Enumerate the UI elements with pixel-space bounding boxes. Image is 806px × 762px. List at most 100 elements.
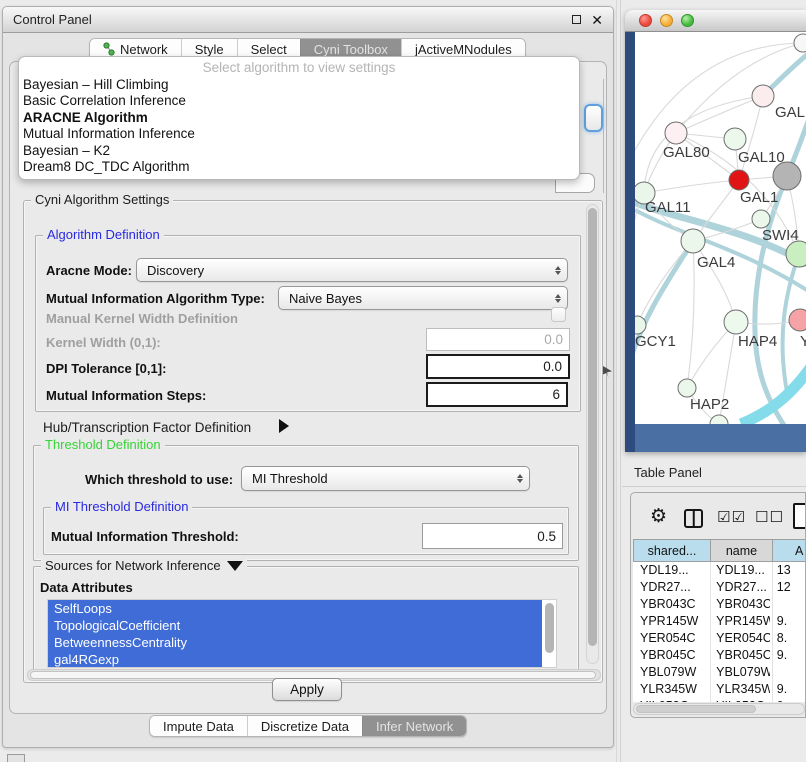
manual-kernel-label: Manual Kernel Width Definition [46, 311, 238, 326]
list-item[interactable]: TopologicalCoefficient [48, 617, 542, 634]
columns-icon[interactable] [684, 509, 703, 528]
network-node[interactable] [710, 415, 728, 424]
panel-divider [616, 0, 617, 762]
mi-type-select[interactable]: Naive Bayes [278, 286, 568, 310]
node-label: HAP4 [738, 333, 777, 350]
algorithm-option[interactable]: Bayesian – Hill Climbing [19, 76, 579, 93]
tab-discretize-data-label: Discretize Data [261, 719, 349, 734]
column-header-clipped[interactable]: A [773, 539, 806, 562]
minimized-panel-button[interactable] [7, 754, 25, 762]
table-row[interactable]: YDR27...YDR27...12 [633, 579, 805, 596]
column-header-shared-name[interactable]: shared... [633, 539, 711, 562]
mi-threshold-field[interactable]: 0.5 [422, 523, 563, 549]
which-threshold-select[interactable]: MI Threshold [241, 466, 530, 491]
data-attributes-label: Data Attributes [40, 580, 133, 595]
tab-network-label: Network [120, 42, 168, 57]
settings-vscrollbar-thumb[interactable] [588, 208, 597, 646]
close-panel-icon[interactable]: ✕ [591, 13, 603, 27]
kernel-width-field[interactable]: 0.0 [426, 328, 570, 351]
close-window-icon[interactable] [639, 14, 652, 27]
network-node[interactable] [794, 34, 806, 52]
network-node-gal1[interactable] [729, 170, 749, 190]
table-row[interactable]: YBR045CYBR045C9. [633, 647, 805, 664]
table-row[interactable]: YDL19...YDL19...13 [633, 562, 805, 579]
data-attributes-list[interactable]: SelfLoops TopologicalCoefficient Between… [47, 599, 557, 668]
table-row[interactable]: YLR345WYLR345W9. [633, 681, 805, 698]
table-hscrollbar-thumb[interactable] [636, 705, 756, 713]
list-item[interactable]: SelfLoops [48, 600, 542, 617]
column-header-label: A [795, 544, 803, 558]
cyni-algorithm-settings-title: Cyni Algorithm Settings [31, 192, 173, 207]
zoom-window-icon[interactable] [681, 14, 694, 27]
list-vscrollbar-thumb[interactable] [545, 603, 554, 653]
table-body[interactable]: YDL19...YDL19...13 YDR27...YDR27...12 YB… [633, 562, 805, 702]
table-header-row: shared... name A [633, 539, 805, 562]
table-hscrollbar[interactable] [633, 703, 805, 715]
manual-kernel-checkbox[interactable] [551, 307, 566, 322]
cyni-bottom-tabbar: Impute Data Discretize Data Infer Networ… [149, 715, 467, 737]
algorithm-definition-title: Algorithm Definition [43, 227, 164, 242]
control-panel-titlebar[interactable]: Control Panel ✕ [3, 7, 613, 33]
node-label: Y [800, 333, 806, 350]
network-node-swi4[interactable] [752, 210, 770, 228]
minimize-window-icon[interactable] [660, 14, 673, 27]
mi-threshold-value: 0.5 [537, 529, 556, 544]
tab-discretize-data[interactable]: Discretize Data [247, 716, 362, 736]
dpi-tolerance-field[interactable]: 0.0 [426, 354, 570, 379]
list-item[interactable]: BetweennessCentrality [48, 634, 542, 651]
tab-infer-network[interactable]: Infer Network [362, 716, 466, 736]
list-item[interactable]: gal4RGexp [48, 651, 542, 668]
control-panel-title: Control Panel [13, 12, 92, 27]
network-node[interactable] [786, 241, 806, 267]
settings-vscrollbar[interactable] [586, 204, 599, 664]
network-node-hap4[interactable] [724, 310, 748, 334]
mi-type-value: Naive Bayes [285, 291, 362, 306]
collapse-arrow-icon[interactable] [227, 561, 243, 571]
tab-impute-data[interactable]: Impute Data [150, 716, 247, 736]
expand-arrow-icon[interactable] [279, 419, 289, 433]
network-node-hap2[interactable] [678, 379, 696, 397]
network-node[interactable] [752, 85, 774, 107]
node-label: GAL [775, 104, 805, 121]
node-label: GAL10 [738, 149, 785, 166]
aracne-mode-value: Discovery [143, 263, 204, 278]
table-row[interactable]: YER054CYER054C8. [633, 630, 805, 647]
gear-icon[interactable]: ⚙ [650, 505, 667, 528]
table-row[interactable]: YBR043CYBR043C [633, 596, 805, 613]
table-row[interactable]: YPR145WYPR145W9. [633, 613, 805, 630]
network-node-gal80[interactable] [665, 122, 687, 144]
algorithm-option[interactable]: Basic Correlation Inference [19, 93, 579, 110]
apply-button[interactable]: Apply [272, 678, 342, 701]
algorithm-option[interactable]: Dream8 DC_TDC Algorithm [19, 159, 579, 176]
network-node[interactable] [789, 309, 806, 331]
algorithm-option[interactable]: Bayesian – K2 [19, 142, 579, 159]
select-all-columns-icon[interactable]: ☑☑ [717, 508, 746, 526]
network-node-gal10[interactable] [724, 128, 746, 150]
aracne-mode-select[interactable]: Discovery [136, 258, 568, 282]
algorithm-option-selected[interactable]: ARACNE Algorithm [19, 109, 579, 126]
network-node[interactable] [773, 162, 801, 190]
file-export-icon[interactable] [793, 503, 806, 529]
network-node-gal4[interactable] [681, 229, 705, 253]
network-window-titlebar[interactable] [625, 10, 806, 32]
kernel-width-label: Kernel Width (0,1): [46, 335, 161, 350]
node-label: GAL11 [645, 199, 691, 216]
float-panel-icon[interactable] [572, 15, 581, 24]
combo-arrows-icon [555, 266, 561, 275]
mi-steps-field[interactable]: 6 [426, 382, 568, 407]
node-label: SWI4 [762, 227, 799, 244]
apply-button-label: Apply [290, 682, 324, 697]
table-row[interactable]: YIL052CYIL052C9. [633, 698, 805, 702]
deselect-all-columns-icon[interactable]: ☐☐ [755, 508, 784, 526]
node-label: HAP2 [690, 396, 729, 413]
hub-definition-label: Hub/Transcription Factor Definition [43, 420, 251, 435]
dpi-tolerance-label: DPI Tolerance [0,1]: [46, 361, 166, 376]
tab-infer-network-label: Infer Network [376, 719, 453, 734]
column-header-name[interactable]: name [711, 539, 773, 562]
column-header-label: shared... [648, 544, 697, 558]
table-row[interactable]: YBL079WYBL079W [633, 664, 805, 681]
checkbox-unchecked-icon: ☐ [769, 509, 783, 526]
combo-arrows-icon [517, 474, 523, 483]
algorithm-option[interactable]: Mutual Information Inference [19, 126, 579, 143]
network-canvas[interactable]: GAL GAL80 GAL10 GAL1 GAL11 SWI4 GAL4 GCY… [635, 32, 806, 424]
